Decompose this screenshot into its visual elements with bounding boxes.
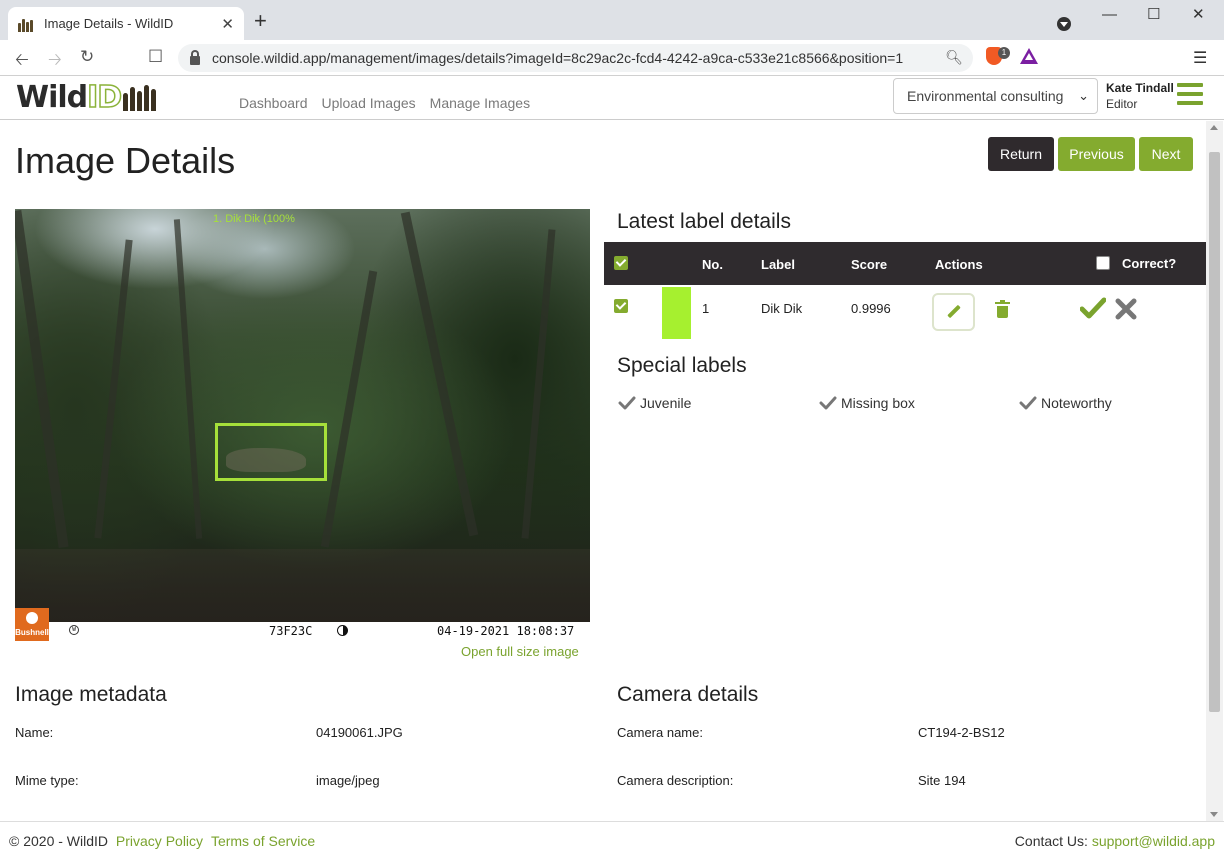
bushnell-logo: Bushnell <box>15 608 49 641</box>
label-details-heading: Latest label details <box>617 210 791 233</box>
scrollbar-thumb[interactable] <box>1209 152 1220 712</box>
zoom-icon[interactable]: 🔍︎ <box>945 49 963 66</box>
herd-logo-icon <box>123 83 157 111</box>
chevron-down-icon: ⌄ <box>1078 88 1089 103</box>
browser-menu-icon[interactable]: ☰ <box>1193 48 1207 68</box>
page-footer: © 2020 - WildID Privacy Policy Terms of … <box>0 821 1224 858</box>
tab-search-icon[interactable] <box>1057 17 1071 31</box>
select-all-checkbox[interactable] <box>614 256 628 270</box>
main-nav: Dashboard Upload Images Manage Images <box>239 95 530 111</box>
browser-tab-bar: Image Details - WildID ✕ + — ☐ ✕ <box>0 0 1224 40</box>
nav-manage-images[interactable]: Manage Images <box>430 95 530 111</box>
organisation-select[interactable]: Environmental consulting ⌄ <box>893 78 1098 114</box>
image-timestamp: 04-19-2021 18:08:37 <box>437 624 575 638</box>
nav-dashboard[interactable]: Dashboard <box>239 95 308 111</box>
camera-details-heading: Camera details <box>617 683 759 706</box>
brave-rewards-icon[interactable] <box>1020 48 1038 64</box>
watermark-icon: W <box>69 625 79 635</box>
next-button[interactable]: Next <box>1139 137 1193 171</box>
open-full-size-link[interactable]: Open full size image <box>461 644 579 659</box>
metadata-value: image/jpeg <box>316 773 380 788</box>
new-tab-icon[interactable]: + <box>254 10 267 32</box>
reload-icon[interactable]: ↻ <box>80 47 94 67</box>
row-no: 1 <box>702 301 710 316</box>
camera-value: CT194-2-BS12 <box>918 725 1005 740</box>
image-metadata-heading: Image metadata <box>15 683 167 706</box>
wildid-favicon-icon <box>18 16 34 32</box>
row-label: Dik Dik <box>761 301 803 316</box>
nav-upload-images[interactable]: Upload Images <box>322 95 416 111</box>
moon-phase-icon <box>337 625 348 636</box>
scroll-down-icon[interactable] <box>1210 812 1218 817</box>
back-icon[interactable]: 🡠 <box>15 47 29 76</box>
camera-key: Camera name: <box>617 725 703 740</box>
camera-value: Site 194 <box>918 773 966 788</box>
mark-correct-icon[interactable] <box>1080 295 1106 321</box>
camera-trap-image[interactable]: Bushnell W 73F23C 04-19-2021 18:08:37 <box>15 209 590 641</box>
tab-title: Image Details - WildID <box>44 16 174 31</box>
trash-icon[interactable] <box>995 300 1010 318</box>
wildid-logo[interactable]: Wild ID <box>16 79 157 115</box>
edit-label-button[interactable] <box>932 293 975 331</box>
copyright: © 2020 - WildID <box>9 833 109 849</box>
return-button[interactable]: Return <box>988 137 1054 171</box>
url-text: console.wildid.app/management/images/det… <box>212 50 904 66</box>
shield-count-badge: 1 <box>998 47 1010 59</box>
terms-of-service-link[interactable]: Terms of Service <box>211 833 315 849</box>
minimize-icon[interactable]: — <box>1102 6 1117 23</box>
browser-tab[interactable]: Image Details - WildID ✕ <box>8 7 244 40</box>
check-icon <box>618 396 636 410</box>
app-header: Wild ID Dashboard Upload Images Manage Im… <box>0 76 1224 120</box>
pencil-icon <box>947 304 961 319</box>
scroll-up-icon[interactable] <box>1210 125 1218 130</box>
check-icon <box>1019 396 1037 410</box>
metadata-value: 04190061.JPG <box>316 725 403 740</box>
metadata-key: Mime type: <box>15 773 79 788</box>
detection-label: 1. Dik Dik (100% <box>213 213 295 225</box>
col-correct: Correct? <box>1122 256 1177 271</box>
camera-info-bar: Bushnell W 73F23C 04-19-2021 18:08:37 <box>15 608 590 641</box>
label-color-swatch <box>662 287 691 339</box>
row-checkbox[interactable] <box>614 299 628 313</box>
url-bar[interactable]: console.wildid.app/management/images/det… <box>178 44 973 72</box>
address-toolbar: 🡠 🡢 ↻ ☐ console.wildid.app/management/im… <box>0 40 1224 76</box>
bookmark-icon[interactable]: ☐ <box>148 47 163 67</box>
special-labels-heading: Special labels <box>617 354 747 377</box>
col-label: Label <box>761 257 795 272</box>
contact-label: Contact Us: <box>1014 833 1088 849</box>
hamburger-menu-icon[interactable] <box>1177 83 1203 107</box>
forward-icon[interactable]: 🡢 <box>48 47 62 76</box>
privacy-policy-link[interactable]: Privacy Policy <box>116 833 203 849</box>
page-scrollbar[interactable] <box>1206 121 1223 821</box>
detection-bounding-box <box>215 423 327 481</box>
camera-id: 73F23C <box>269 624 313 638</box>
label-table-header: No. Label Score Actions Correct? <box>604 242 1206 285</box>
maximize-icon[interactable]: ☐ <box>1147 5 1160 23</box>
close-window-icon[interactable]: ✕ <box>1192 5 1205 23</box>
metadata-key: Name: <box>15 725 54 740</box>
label-table: No. Label Score Actions Correct? 1 Dik D… <box>604 242 1206 341</box>
page-title: Image Details <box>15 140 236 181</box>
correct-all-checkbox[interactable] <box>1096 256 1110 270</box>
user-name: Kate Tindall <box>1106 81 1174 95</box>
special-label-juvenile[interactable]: Juvenile <box>618 395 691 411</box>
previous-button[interactable]: Previous <box>1058 137 1135 171</box>
col-actions: Actions <box>935 257 983 272</box>
user-role: Editor <box>1106 97 1138 111</box>
camera-key: Camera description: <box>617 773 734 788</box>
special-label-missing-box[interactable]: Missing box <box>819 395 915 411</box>
table-row[interactable]: 1 Dik Dik 0.9996 <box>604 285 1206 341</box>
special-label-noteworthy[interactable]: Noteworthy <box>1019 395 1112 411</box>
row-score: 0.9996 <box>851 301 891 316</box>
contact-email-link[interactable]: support@wildid.app <box>1092 833 1215 849</box>
col-no: No. <box>702 257 723 272</box>
close-tab-icon[interactable]: ✕ <box>221 15 234 33</box>
check-icon <box>819 396 837 410</box>
mark-incorrect-icon[interactable] <box>1113 296 1139 322</box>
col-score: Score <box>851 257 888 272</box>
user-info: Kate Tindall Editor <box>1106 80 1174 112</box>
lock-icon <box>190 49 200 65</box>
